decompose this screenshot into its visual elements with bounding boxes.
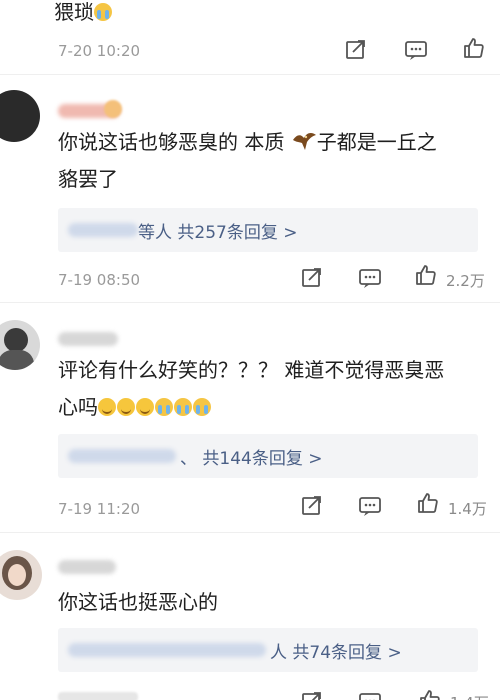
comment-icon[interactable] [358,266,382,290]
comment-time: 7-19 08:50 [58,271,141,289]
comment-time: 7-19 11:20 [58,500,141,518]
reply-summary[interactable]: 等人 共257条回复 > [138,218,298,243]
comment-icon[interactable] [358,690,382,700]
thumbs-up-icon[interactable] [414,263,438,287]
avatar[interactable] [0,320,40,370]
share-icon[interactable] [300,266,324,290]
reply-names-blurred [68,449,176,463]
reply-summary[interactable]: 人 共74条回复 > [270,638,402,663]
comment-text-line: 貉罢了 [58,167,118,191]
comment-icon[interactable] [404,38,428,62]
thumbs-up-icon[interactable] [462,36,486,60]
comment-time: 7-20 10:20 [58,42,141,60]
thumbs-up-icon[interactable] [418,688,442,700]
thumbs-up-icon[interactable] [416,491,440,515]
chevron-right-icon: > [308,449,323,469]
crying-emoji-icon [174,398,192,416]
chevron-right-icon: > [283,223,298,243]
username-blurred[interactable] [58,332,118,346]
reply-summary[interactable]: 、 共144条回复 > [180,444,323,469]
smiling-emoji-icon [117,398,135,416]
crying-emoji-icon [193,398,211,416]
divider [0,74,500,75]
smiling-emoji-icon [98,398,116,416]
smiling-emoji-icon [136,398,154,416]
like-count: 1.4万 [450,692,489,700]
comment-text-line: 你这话也挺恶心的 [58,590,218,614]
reply-preview[interactable]: 、 共144条回复 > [58,434,478,478]
like-count: 1.4万 [448,500,487,518]
crying-emoji-icon [155,398,173,416]
reply-names-blurred [68,223,138,237]
share-icon[interactable] [300,494,324,518]
comment-icon[interactable] [358,494,382,518]
comment-text: 你说这话也够恶臭的 本质 子都是一丘之 [58,130,437,154]
comment-text: 猥琐 [54,0,113,26]
crying-emoji-icon [94,3,112,21]
reply-preview[interactable]: 等人 共257条回复 > [58,208,478,252]
comment-text: 心吗 [58,393,212,421]
comment-text-line: 评论有什么好笑的？？？ 难道不觉得恶臭恶 [58,358,445,382]
share-icon[interactable] [300,690,324,700]
comment-time-cropped [58,692,138,700]
like-count: 2.2万 [446,272,485,290]
share-icon[interactable] [344,38,368,62]
badge-icon [104,100,122,118]
divider [0,302,500,303]
chevron-right-icon: > [387,643,402,663]
eagle-icon [291,130,317,152]
avatar[interactable] [0,550,42,600]
reply-names-blurred [68,643,266,657]
reply-preview[interactable]: 人 共74条回复 > [58,628,478,672]
username-blurred[interactable] [58,560,116,574]
avatar[interactable] [0,90,40,142]
divider [0,532,500,533]
